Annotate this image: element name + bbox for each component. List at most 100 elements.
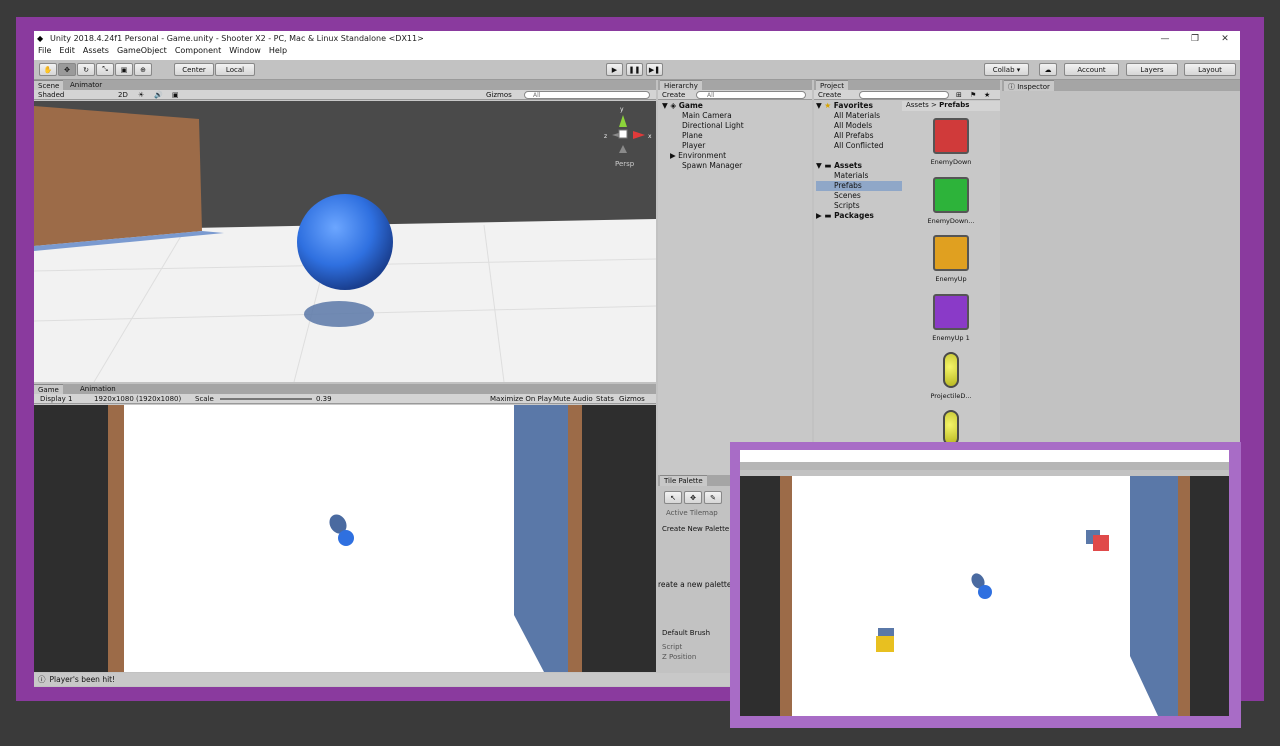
default-brush-label[interactable]: Default Brush <box>662 629 710 637</box>
assets-label: Assets <box>834 161 862 170</box>
tab-tile-palette[interactable]: Tile Palette <box>660 475 707 486</box>
hierarchy-item[interactable]: Plane <box>662 131 810 141</box>
game-viewport[interactable] <box>34 405 656 672</box>
filter-type-icon[interactable]: ⊞ <box>956 91 962 99</box>
assets-root[interactable]: ▼ ▬ Assets <box>816 161 902 171</box>
game-gizmos-dropdown[interactable]: Gizmos <box>619 395 645 403</box>
status-bar[interactable]: ⓘ Player's been hit! <box>34 673 730 686</box>
close-button[interactable]: ✕ <box>1210 34 1240 44</box>
mute-audio-toggle[interactable]: Mute Audio <box>553 395 593 403</box>
menu-file[interactable]: File <box>38 46 51 60</box>
account-dropdown[interactable]: Account <box>1064 63 1119 76</box>
tab-inspector[interactable]: ⓘ Inspector <box>1004 80 1054 91</box>
maximize-button[interactable]: ❐ <box>1180 34 1210 44</box>
audio-icon[interactable]: 🔊 <box>154 91 163 99</box>
hierarchy-item-label: Main Camera <box>682 111 732 120</box>
hierarchy-item[interactable]: ▶ Environment <box>662 151 810 161</box>
favorite-item[interactable]: All Materials <box>816 111 902 121</box>
overlay-game-view <box>740 476 1229 716</box>
scale-value: 0.39 <box>316 395 332 403</box>
scale-slider[interactable] <box>220 398 312 400</box>
resolution-dropdown[interactable]: 1920x1080 (1920x1080) <box>94 395 181 403</box>
favorite-item[interactable]: All Conflicted <box>816 141 902 151</box>
prefab-item[interactable]: ProjectileD... <box>921 352 981 400</box>
pause-button[interactable]: ❚❚ <box>626 63 643 76</box>
transform-tool-icon[interactable]: ⊕ <box>134 63 152 76</box>
hierarchy-item[interactable]: Player <box>662 141 810 151</box>
display-dropdown[interactable]: Display 1 <box>40 395 72 403</box>
menu-help[interactable]: Help <box>269 46 287 60</box>
breadcrumb-root[interactable]: Assets <box>906 101 929 109</box>
game-player-sphere <box>338 530 354 546</box>
pivot-label: Center <box>182 65 206 74</box>
maximize-on-play-toggle[interactable]: Maximize On Play <box>490 395 552 403</box>
collab-button[interactable]: Collab ▾ <box>984 63 1029 76</box>
menu-component[interactable]: Component <box>175 46 221 60</box>
space-local-button[interactable]: Local <box>215 63 255 76</box>
prefab-item[interactable]: EnemyUp <box>921 235 981 283</box>
asset-folder-label: Materials <box>834 171 869 180</box>
folder-icon: ▬ <box>824 211 832 220</box>
layout-dropdown[interactable]: Layout <box>1184 63 1236 76</box>
menu-edit[interactable]: Edit <box>59 46 75 60</box>
shading-mode-dropdown[interactable]: Shaded <box>38 91 64 99</box>
effects-icon[interactable]: ▣ <box>172 91 179 99</box>
move-tile-icon[interactable]: ✥ <box>684 491 702 504</box>
favorites-label: Favorites <box>833 101 873 110</box>
hierarchy-search-input[interactable]: All <box>696 91 806 99</box>
hierarchy-create-button[interactable]: Create <box>662 91 685 99</box>
rotate-tool-icon[interactable]: ↻ <box>77 63 95 76</box>
menu-gameobject[interactable]: GameObject <box>117 46 167 60</box>
yellow-cube-icon <box>933 235 969 271</box>
tile-tools: ↖ ✥ ✎ <box>664 491 722 504</box>
gizmo-x-label: x <box>648 133 652 140</box>
prefab-item[interactable]: EnemyDown... <box>921 177 981 225</box>
hand-tool-icon[interactable]: ✋ <box>39 63 57 76</box>
hierarchy-item[interactable]: Main Camera <box>662 111 810 121</box>
menu-assets[interactable]: Assets <box>83 46 109 60</box>
step-button[interactable]: ▶❚ <box>646 63 663 76</box>
paint-brush-icon[interactable]: ✎ <box>704 491 722 504</box>
breadcrumb-current[interactable]: Prefabs <box>939 101 969 109</box>
hierarchy-item-label: Spawn Manager <box>682 161 743 170</box>
lighting-icon[interactable]: ☀ <box>138 91 144 99</box>
prefab-item[interactable]: EnemyDown <box>921 118 981 166</box>
favorite-label: All Conflicted <box>834 141 884 150</box>
player-sphere[interactable] <box>297 194 393 290</box>
scale-tool-icon[interactable]: ⤡ <box>96 63 114 76</box>
2d-toggle[interactable]: 2D <box>118 91 128 99</box>
favorites-root[interactable]: ▼ ★ Favorites <box>816 101 902 111</box>
project-create-button[interactable]: Create <box>818 91 841 99</box>
minimize-button[interactable]: — <box>1150 34 1180 44</box>
scene-search-input[interactable]: All <box>524 91 650 99</box>
scale-label: Scale <box>195 395 214 403</box>
move-tool-icon[interactable]: ✥ <box>58 63 76 76</box>
play-button[interactable]: ▶ <box>606 63 623 76</box>
asset-folder[interactable]: Materials <box>816 171 902 181</box>
asset-folder[interactable]: Scripts <box>816 201 902 211</box>
hierarchy-scene-root[interactable]: ▼ ◈ Game <box>662 101 810 111</box>
cloud-icon[interactable]: ☁ <box>1039 63 1057 76</box>
game-panel: Game Animation Display 1 1920x1080 (1920… <box>34 384 656 672</box>
stats-toggle[interactable]: Stats <box>596 395 614 403</box>
favorite-star-icon[interactable]: ★ <box>984 91 990 99</box>
filter-label-icon[interactable]: ⚑ <box>970 91 976 99</box>
hierarchy-item[interactable]: Directional Light <box>662 121 810 131</box>
favorite-item[interactable]: All Models <box>816 121 902 131</box>
asset-folder-selected[interactable]: Prefabs <box>816 181 902 191</box>
select-tool-icon[interactable]: ↖ <box>664 491 682 504</box>
prefab-item[interactable]: EnemyUp 1 <box>921 294 981 342</box>
project-search-input[interactable] <box>859 91 949 99</box>
favorite-item[interactable]: All Prefabs <box>816 131 902 141</box>
layers-dropdown[interactable]: Layers <box>1126 63 1178 76</box>
pivot-center-button[interactable]: Center <box>174 63 214 76</box>
hierarchy-item[interactable]: Spawn Manager <box>662 161 810 171</box>
asset-folder[interactable]: Scenes <box>816 191 902 201</box>
scene-viewport[interactable]: y x z Persp <box>34 101 656 382</box>
prefab-label: EnemyDown... <box>927 217 975 225</box>
menu-window[interactable]: Window <box>229 46 261 60</box>
packages-root[interactable]: ▶ ▬ Packages <box>816 211 902 221</box>
rect-tool-icon[interactable]: ▣ <box>115 63 133 76</box>
scene-gizmos-dropdown[interactable]: Gizmos <box>486 91 512 99</box>
create-palette-button[interactable]: Create New Palette <box>662 525 729 533</box>
